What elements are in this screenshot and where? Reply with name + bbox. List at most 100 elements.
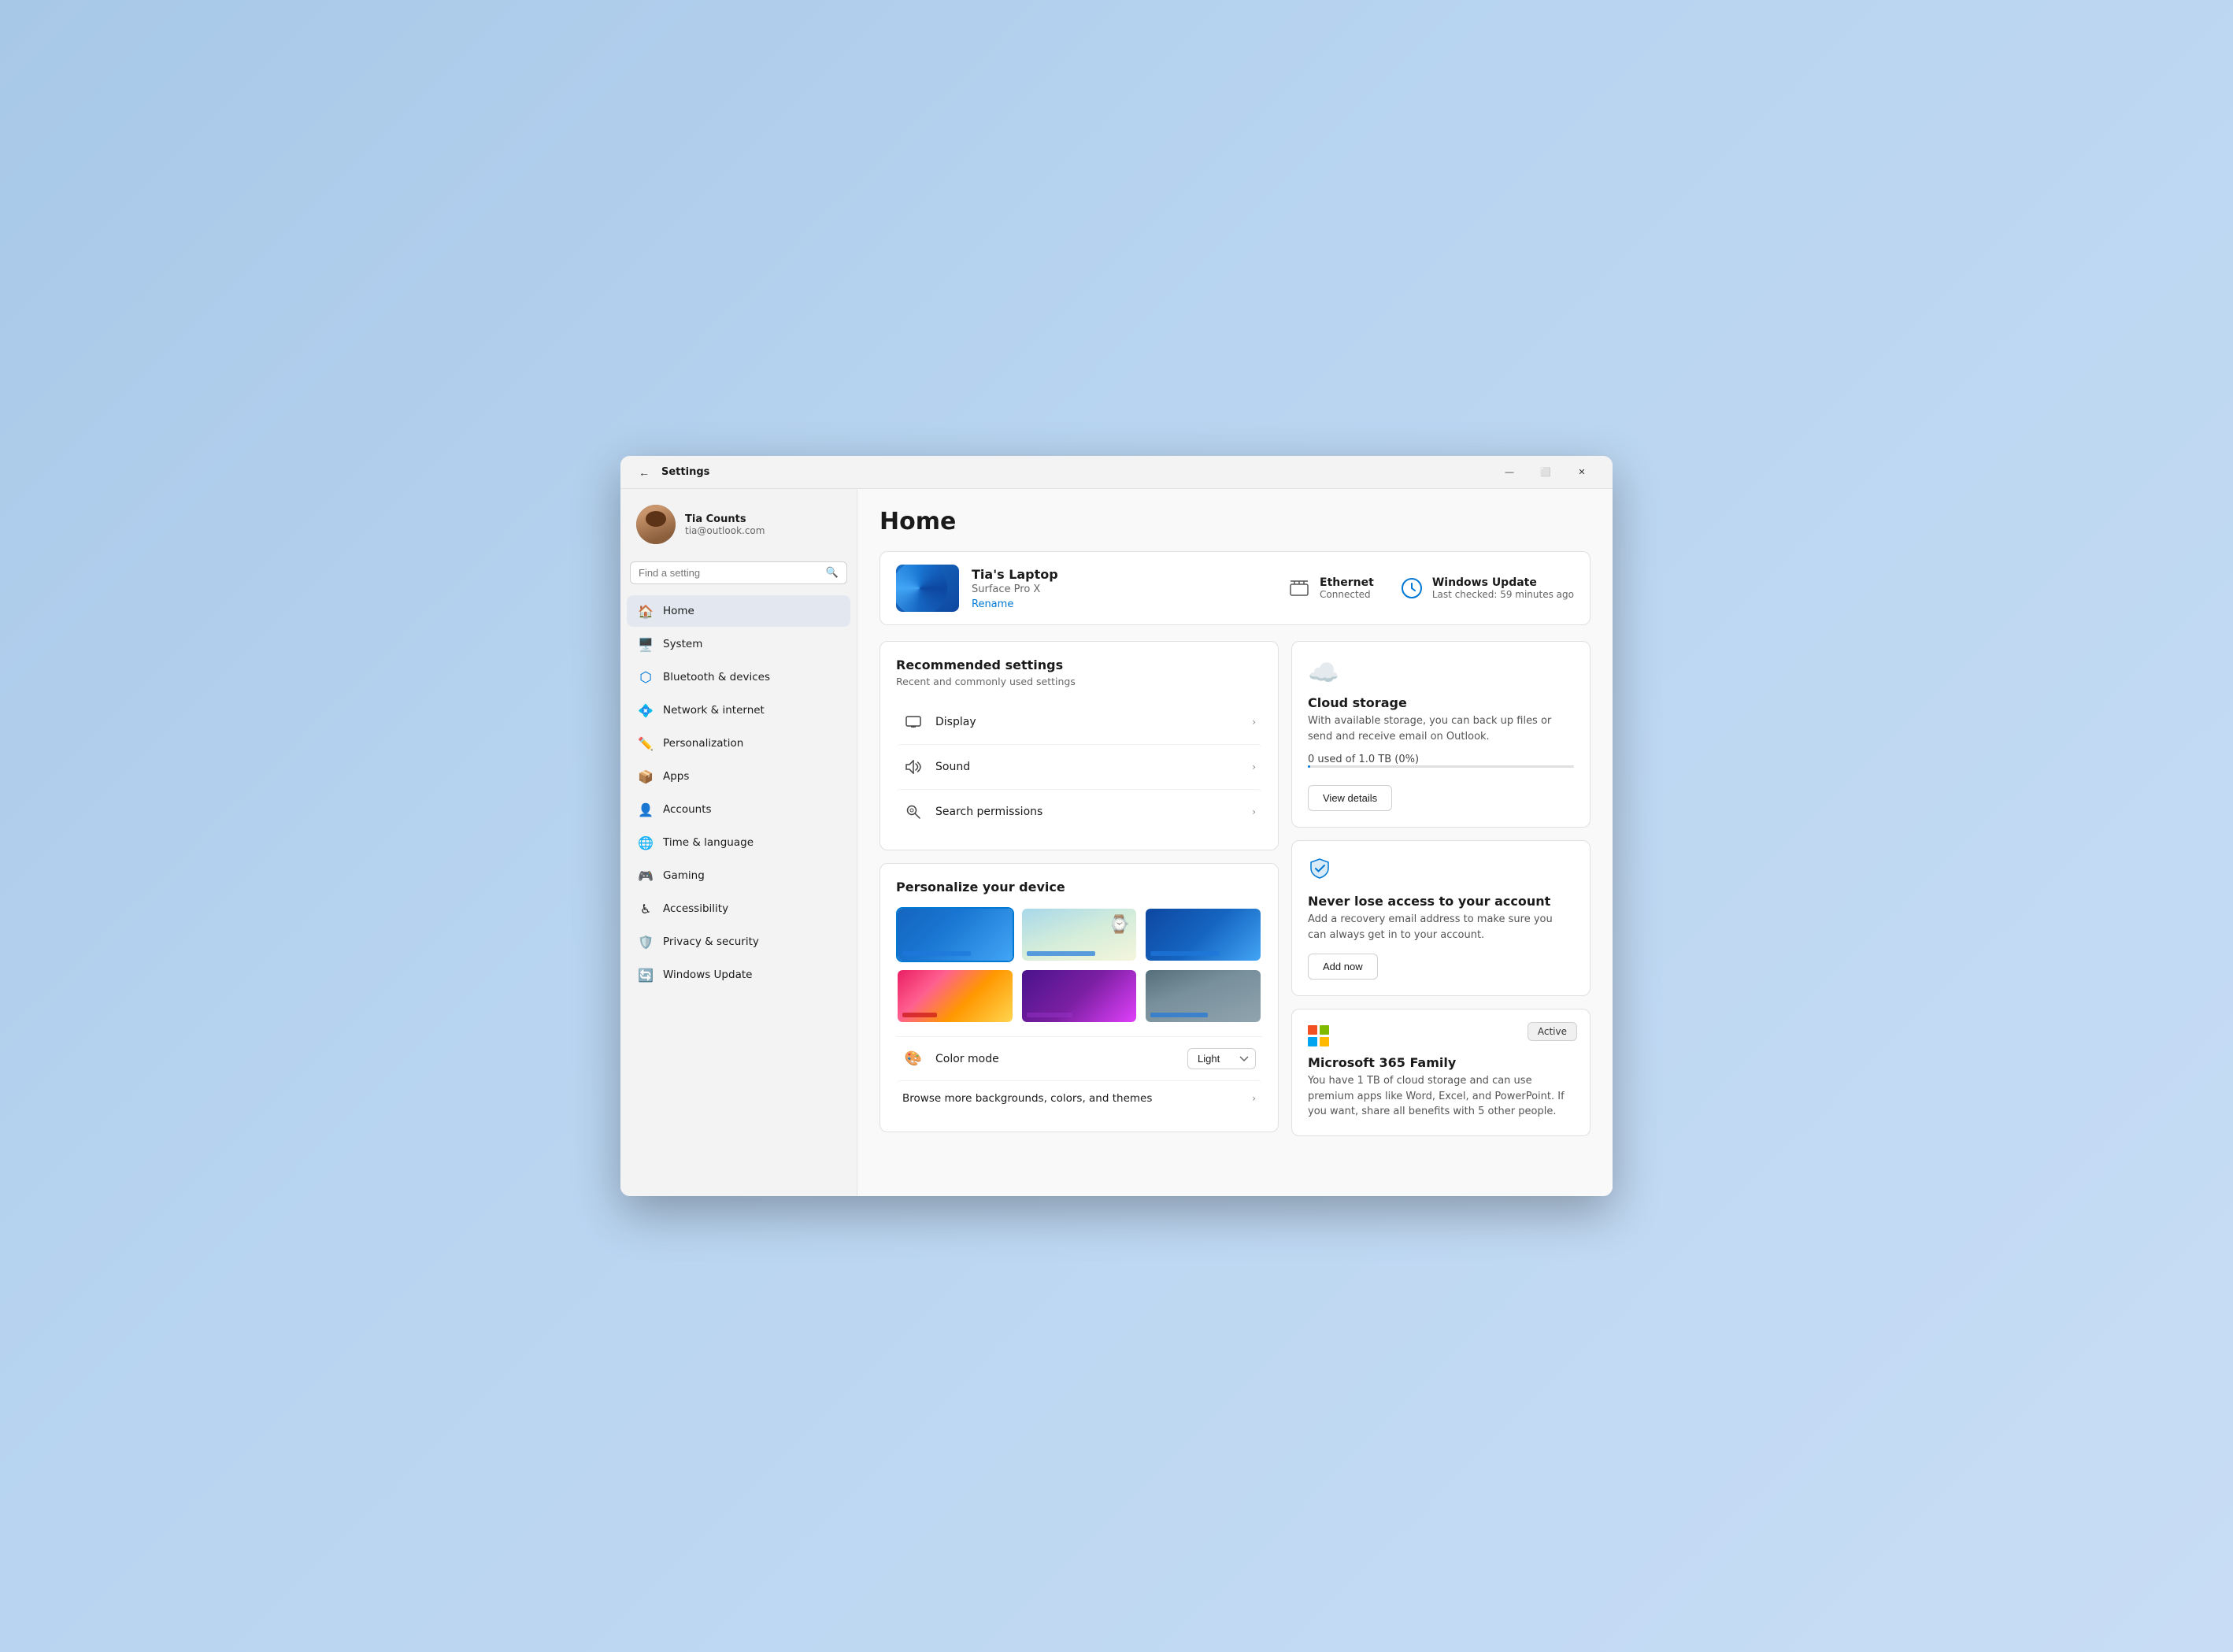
ms365-title: Microsoft 365 Family — [1308, 1055, 1574, 1070]
wallpaper-6[interactable] — [1144, 969, 1262, 1024]
ms365-card: Active Microsoft 365 Family You have 1 T… — [1291, 1009, 1591, 1136]
sidebar-item-label: Apps — [663, 770, 689, 783]
search-permissions-icon — [902, 801, 924, 823]
right-column: ☁️ Cloud storage With available storage,… — [1291, 641, 1591, 1136]
update-status: Windows Update Last checked: 59 minutes … — [1399, 576, 1574, 601]
ethernet-label: Ethernet — [1320, 576, 1374, 589]
device-model: Surface Pro X — [972, 583, 1287, 595]
sidebar-item-accessibility[interactable]: ♿ Accessibility — [627, 893, 850, 924]
wallpaper-4[interactable] — [896, 969, 1014, 1024]
sidebar-item-accounts[interactable]: 👤 Accounts — [627, 794, 850, 825]
cloud-icon: ☁️ — [1308, 657, 1574, 687]
account-security-card: Never lose access to your account Add a … — [1291, 840, 1591, 996]
sidebar-item-privacy[interactable]: 🛡️ Privacy & security — [627, 926, 850, 957]
sidebar-item-personalization[interactable]: ✏️ Personalization — [627, 728, 850, 759]
browse-row[interactable]: Browse more backgrounds, colors, and the… — [896, 1080, 1262, 1116]
wallpaper-5[interactable] — [1020, 969, 1139, 1024]
update-icon: 🔄 — [638, 967, 654, 983]
search-chevron: › — [1252, 806, 1256, 817]
recommended-title: Recommended settings — [896, 657, 1262, 672]
system-icon: 🖥️ — [638, 636, 654, 652]
settings-item-search[interactable]: Search permissions › — [896, 789, 1262, 834]
bluetooth-icon: ⬡ — [638, 669, 654, 685]
view-details-button[interactable]: View details — [1308, 785, 1392, 811]
wallpaper-2[interactable]: ⌚ — [1020, 907, 1139, 962]
user-profile: Tia Counts tia@outlook.com — [627, 498, 850, 557]
search-box[interactable]: 🔍 — [630, 561, 847, 584]
wallpaper-3[interactable] — [1144, 907, 1262, 962]
rename-link[interactable]: Rename — [972, 598, 1287, 610]
security-description: Add a recovery email address to make sur… — [1308, 912, 1574, 943]
ms-yellow-square — [1320, 1037, 1329, 1046]
sidebar-item-label: Accounts — [663, 803, 712, 816]
sidebar-item-label: Privacy & security — [663, 935, 759, 948]
device-name: Tia's Laptop — [972, 567, 1287, 582]
browse-label: Browse more backgrounds, colors, and the… — [902, 1092, 1252, 1105]
sidebar-item-system[interactable]: 🖥️ System — [627, 628, 850, 660]
content-area: Tia Counts tia@outlook.com 🔍 🏠 Home 🖥️ S… — [620, 489, 1613, 1196]
display-icon — [902, 711, 924, 733]
sidebar-item-label: Network & internet — [663, 704, 765, 717]
cloud-title: Cloud storage — [1308, 695, 1574, 710]
personalize-title: Personalize your device — [896, 880, 1262, 895]
personalization-icon: ✏️ — [638, 735, 654, 751]
sidebar-item-update[interactable]: 🔄 Windows Update — [627, 959, 850, 991]
sidebar-item-time[interactable]: 🌐 Time & language — [627, 827, 850, 858]
security-title: Never lose access to your account — [1308, 894, 1574, 909]
settings-item-sound[interactable]: Sound › — [896, 744, 1262, 789]
settings-item-display[interactable]: Display › — [896, 700, 1262, 744]
accounts-icon: 👤 — [638, 802, 654, 817]
user-info: Tia Counts tia@outlook.com — [685, 513, 841, 536]
ms-green-square — [1320, 1025, 1329, 1035]
windows-update-icon — [1399, 576, 1424, 601]
sidebar-item-label: System — [663, 638, 702, 650]
add-now-button[interactable]: Add now — [1308, 954, 1378, 980]
close-button[interactable]: ✕ — [1564, 460, 1600, 485]
sound-chevron: › — [1252, 761, 1256, 772]
sidebar-item-gaming[interactable]: 🎮 Gaming — [627, 860, 850, 891]
display-chevron: › — [1252, 717, 1256, 728]
shield-icon — [1308, 857, 1574, 886]
color-mode-row[interactable]: 🎨 Color mode Light Dark Custom — [896, 1036, 1262, 1080]
back-button[interactable]: ← — [633, 461, 655, 483]
user-email: tia@outlook.com — [685, 525, 841, 536]
sidebar: Tia Counts tia@outlook.com 🔍 🏠 Home 🖥️ S… — [620, 489, 857, 1196]
minimize-button[interactable]: — — [1491, 460, 1528, 485]
color-mode-select[interactable]: Light Dark Custom — [1187, 1048, 1256, 1069]
storage-usage: 0 used of 1.0 TB (0%) — [1308, 754, 1574, 765]
two-col-layout: Recommended settings Recent and commonly… — [879, 641, 1591, 1136]
accessibility-icon: ♿ — [638, 901, 654, 917]
maximize-button[interactable]: ⬜ — [1528, 460, 1564, 485]
storage-bar — [1308, 765, 1574, 768]
display-label: Display — [935, 716, 1252, 728]
ethernet-sub: Connected — [1320, 589, 1374, 600]
sidebar-item-bluetooth[interactable]: ⬡ Bluetooth & devices — [627, 661, 850, 693]
page-title: Home — [879, 508, 1591, 535]
sidebar-item-label: Bluetooth & devices — [663, 671, 770, 683]
sidebar-item-label: Time & language — [663, 836, 754, 849]
recommended-card: Recommended settings Recent and commonly… — [879, 641, 1279, 850]
network-icon: 💠 — [638, 702, 654, 718]
left-column: Recommended settings Recent and commonly… — [879, 641, 1279, 1136]
sidebar-item-home[interactable]: 🏠 Home — [627, 595, 850, 627]
update-label: Windows Update — [1432, 576, 1574, 589]
recommended-subtitle: Recent and commonly used settings — [896, 676, 1262, 687]
sidebar-item-label: Gaming — [663, 869, 705, 882]
sidebar-item-apps[interactable]: 📦 Apps — [627, 761, 850, 792]
update-text: Windows Update Last checked: 59 minutes … — [1432, 576, 1574, 600]
search-label: Search permissions — [935, 806, 1252, 818]
device-info: Tia's Laptop Surface Pro X Rename — [972, 567, 1287, 610]
browse-chevron: › — [1252, 1093, 1256, 1104]
titlebar: ← Settings — ⬜ ✕ — [620, 456, 1613, 489]
window-controls: — ⬜ ✕ — [1491, 460, 1600, 485]
privacy-icon: 🛡️ — [638, 934, 654, 950]
sidebar-item-network[interactable]: 💠 Network & internet — [627, 695, 850, 726]
sound-label: Sound — [935, 761, 1252, 773]
color-mode-label: Color mode — [935, 1053, 1187, 1065]
search-input[interactable] — [639, 567, 820, 579]
wallpaper-1[interactable] — [896, 907, 1014, 962]
sidebar-item-label: Accessibility — [663, 902, 728, 915]
time-icon: 🌐 — [638, 835, 654, 850]
update-sub: Last checked: 59 minutes ago — [1432, 589, 1574, 600]
microsoft-logo — [1308, 1025, 1330, 1047]
